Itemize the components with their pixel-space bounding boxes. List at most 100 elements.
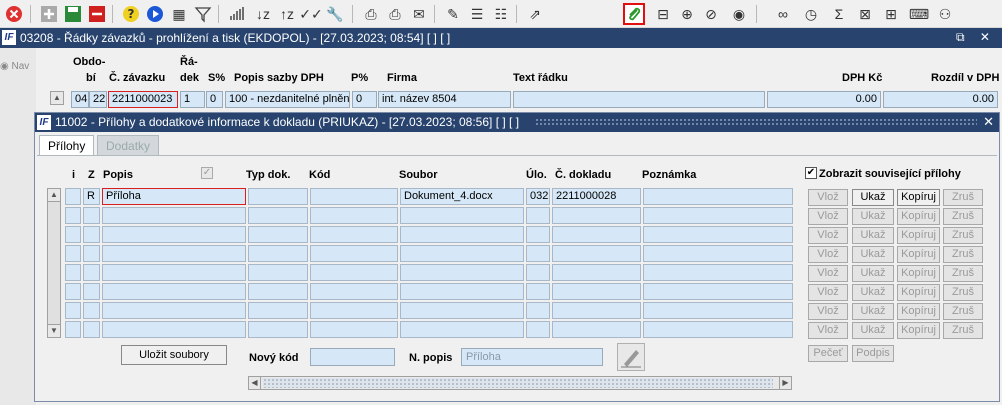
grid-cell[interactable]	[526, 283, 550, 300]
print-preview-icon[interactable]: ⎙	[384, 3, 406, 25]
grid-cell[interactable]	[552, 226, 641, 243]
grid-cell[interactable]	[552, 264, 641, 281]
podpis-button[interactable]: Podpis	[852, 345, 894, 362]
kopiruj-button[interactable]: Kopíruj	[897, 189, 940, 206]
grid-scroll-up-icon[interactable]: ▲	[47, 188, 61, 202]
mail-icon[interactable]: ✉	[408, 3, 430, 25]
bars-icon[interactable]	[226, 3, 248, 25]
grid-cell[interactable]	[400, 226, 524, 243]
grid-vscroll-track[interactable]	[47, 202, 61, 324]
grid-cell[interactable]	[400, 264, 524, 281]
popis-header-checkbox[interactable]: ✓	[201, 167, 213, 179]
grid-cell[interactable]	[310, 245, 398, 262]
pecet-button[interactable]: Pečeť	[808, 345, 848, 362]
grid-cell[interactable]	[526, 245, 550, 262]
save-icon[interactable]	[62, 3, 84, 25]
tab-dodatky[interactable]: Dodatky	[97, 135, 160, 155]
grid-cell[interactable]	[400, 207, 524, 224]
nav-radio[interactable]: ◉ Nav	[0, 61, 29, 72]
grid-cell[interactable]	[248, 283, 308, 300]
script-icon[interactable]: ⊞	[880, 3, 902, 25]
grid-cell[interactable]	[102, 321, 246, 338]
kopiruj-button[interactable]: Kopíruj	[897, 284, 940, 301]
cell-firma[interactable]: int. název 8504	[378, 91, 511, 108]
tab-prilohy[interactable]: Přílohy	[39, 135, 95, 155]
grid-cell[interactable]	[65, 283, 81, 300]
grid-cell[interactable]	[643, 283, 793, 300]
zrus-button[interactable]: Zruš	[943, 189, 983, 206]
grid-cell[interactable]	[400, 283, 524, 300]
user-tree-icon[interactable]: ⚇	[934, 3, 956, 25]
grid-cell[interactable]	[643, 245, 793, 262]
grid-cell[interactable]	[526, 264, 550, 281]
grid-cell[interactable]	[65, 188, 81, 205]
grid-cell[interactable]	[248, 302, 308, 319]
cell-dph-kc[interactable]: 0.00	[767, 91, 881, 108]
grid-cell[interactable]	[643, 302, 793, 319]
grid-cell[interactable]: Dokument_4.docx	[400, 188, 524, 205]
grid-cell[interactable]	[310, 226, 398, 243]
open-external-icon[interactable]: ⇗	[524, 3, 546, 25]
grid-cell[interactable]	[552, 245, 641, 262]
grid-cell[interactable]: R	[83, 188, 100, 205]
ulozit-soubory-button[interactable]: Uložit soubory	[121, 345, 227, 365]
outer-scroll-up-icon[interactable]: ▲	[50, 91, 64, 105]
vloz-button[interactable]: Vlož	[808, 189, 848, 206]
grid-cell[interactable]: Příloha	[102, 188, 246, 205]
grid-cell[interactable]	[248, 207, 308, 224]
globe-icon[interactable]: ⊕	[676, 3, 698, 25]
close-icon[interactable]	[3, 3, 25, 25]
grid-cell[interactable]	[248, 188, 308, 205]
split-icon[interactable]: ⊟	[652, 3, 674, 25]
cell-zavazek[interactable]: 2211000023	[108, 91, 178, 108]
cell-obdobi-m[interactable]: 04	[71, 91, 89, 108]
grid-cell[interactable]	[248, 321, 308, 338]
kopiruj-button[interactable]: Kopíruj	[897, 246, 940, 263]
ukaz-button[interactable]: Ukaž	[852, 303, 894, 320]
clock-icon[interactable]: ◷	[800, 3, 822, 25]
window-controls[interactable]: ⧉ ✕	[956, 30, 996, 45]
grid-cell[interactable]	[552, 321, 641, 338]
grid-cell[interactable]	[65, 245, 81, 262]
grid-cell[interactable]	[552, 283, 641, 300]
grid-cell[interactable]	[526, 226, 550, 243]
grid-cell[interactable]	[102, 226, 246, 243]
list-icon[interactable]: ☰	[466, 3, 488, 25]
grid-cell[interactable]	[65, 226, 81, 243]
kopiruj-button[interactable]: Kopíruj	[897, 303, 940, 320]
vloz-button[interactable]: Vlož	[808, 322, 848, 339]
grid-cell[interactable]	[643, 321, 793, 338]
kopiruj-button[interactable]: Kopíruj	[897, 208, 940, 225]
sum-icon[interactable]: Σ	[828, 3, 850, 25]
ukaz-button[interactable]: Ukaž	[852, 322, 894, 339]
excel-icon[interactable]: ⊠	[854, 3, 876, 25]
zrus-button[interactable]: Zruš	[943, 284, 983, 301]
ukaz-button[interactable]: Ukaž	[852, 189, 894, 206]
ukaz-button[interactable]: Ukaž	[852, 284, 894, 301]
grid-cell[interactable]	[310, 321, 398, 338]
grid-cell[interactable]	[83, 321, 100, 338]
glasses-icon[interactable]: ∞	[772, 3, 794, 25]
filter-icon[interactable]	[192, 3, 214, 25]
drag-handle[interactable]	[535, 118, 977, 127]
hscroll-thumb[interactable]	[263, 378, 773, 388]
grid-cell[interactable]	[102, 264, 246, 281]
ukaz-button[interactable]: Ukaž	[852, 208, 894, 225]
edit-icon[interactable]: ✎	[442, 3, 464, 25]
vloz-button[interactable]: Vlož	[808, 303, 848, 320]
cell-obdobi-y[interactable]: 22	[89, 91, 107, 108]
kopiruj-button[interactable]: Kopíruj	[897, 322, 940, 339]
ukaz-button[interactable]: Ukaž	[852, 227, 894, 244]
grid-cell[interactable]	[310, 302, 398, 319]
zrus-button[interactable]: Zruš	[943, 246, 983, 263]
grid-cell[interactable]	[400, 245, 524, 262]
grid-cell[interactable]	[310, 283, 398, 300]
grid-cell[interactable]	[65, 321, 81, 338]
cell-radek[interactable]: 1	[180, 91, 205, 108]
dialog-close-icon[interactable]: ✕	[983, 114, 994, 130]
zrus-button[interactable]: Zruš	[943, 265, 983, 282]
grid-cell[interactable]: 2211000028	[552, 188, 641, 205]
grid-cell[interactable]	[526, 207, 550, 224]
sort-asc-icon[interactable]: ↓z	[252, 3, 274, 25]
attachment-icon[interactable]	[623, 3, 645, 25]
